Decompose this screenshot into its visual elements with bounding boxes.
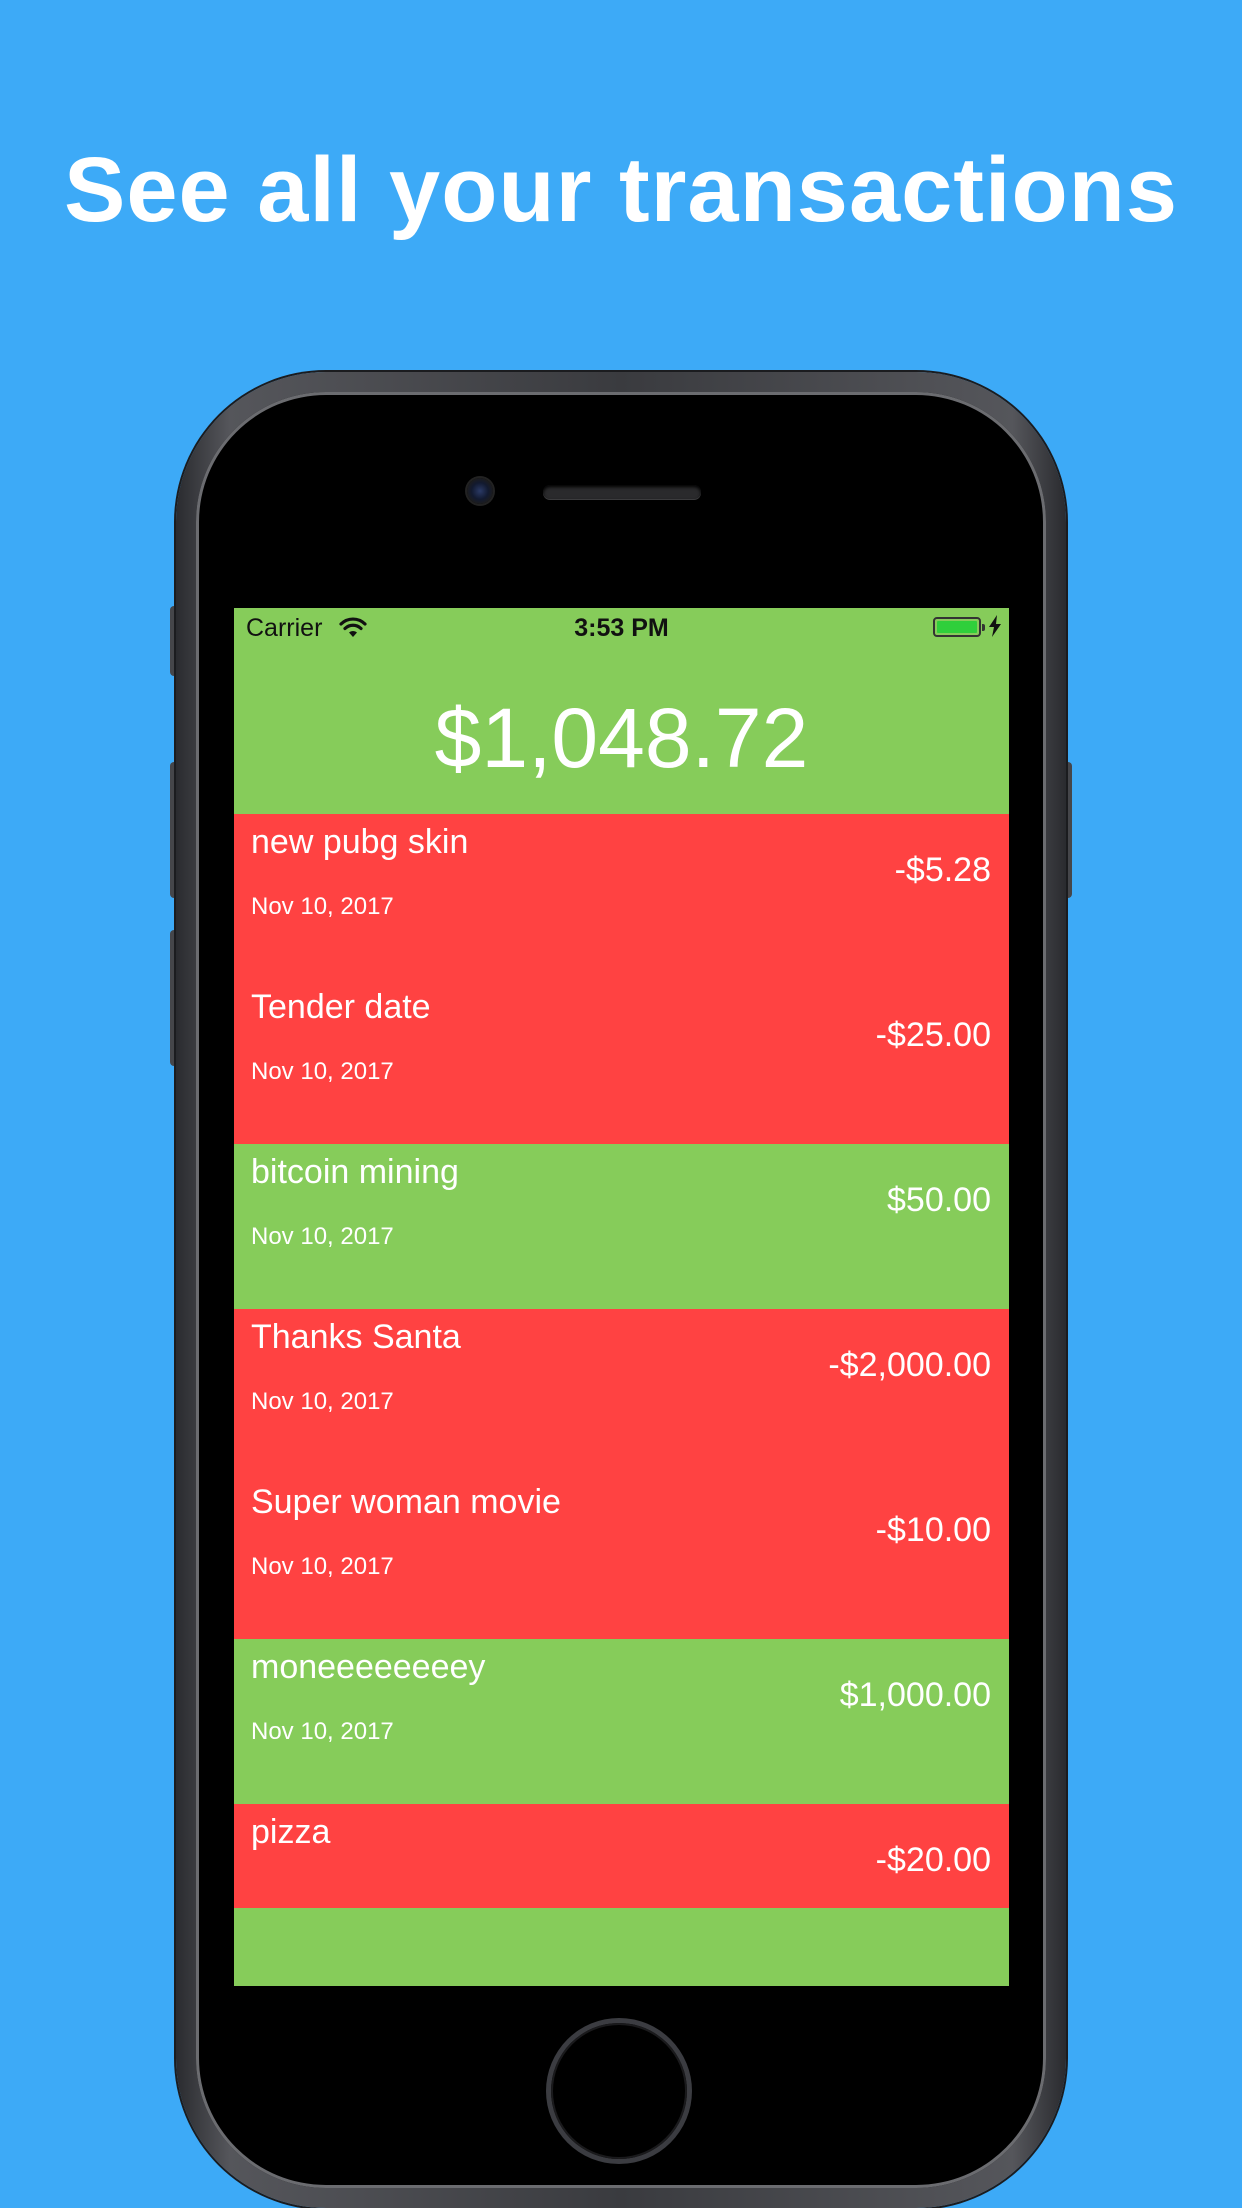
front-camera bbox=[467, 478, 493, 504]
transaction-amount: -$20.00 bbox=[875, 1841, 991, 1879]
transaction-row[interactable]: bitcoin mining Nov 10, 2017 $50.00 bbox=[234, 1144, 1009, 1309]
transaction-title: Super woman movie bbox=[251, 1483, 561, 1521]
status-bar: Carrier 3:53 PM bbox=[234, 608, 1009, 648]
transaction-title: Thanks Santa bbox=[251, 1318, 461, 1356]
transaction-date: Nov 10, 2017 bbox=[251, 1223, 394, 1250]
transaction-row[interactable]: moneeeeeeeey Nov 10, 2017 $1,000.00 bbox=[234, 1639, 1009, 1804]
transaction-list: new pubg skin Nov 10, 2017 -$5.28 Tender… bbox=[234, 814, 1009, 1908]
transaction-title: Tender date bbox=[251, 988, 431, 1026]
transaction-date: Nov 10, 2017 bbox=[251, 1718, 394, 1745]
transaction-date: Nov 10, 2017 bbox=[251, 893, 394, 920]
transaction-row[interactable]: Thanks Santa Nov 10, 2017 -$2,000.00 bbox=[234, 1309, 1009, 1474]
transaction-title: new pubg skin bbox=[251, 823, 469, 861]
transaction-amount: -$10.00 bbox=[875, 1511, 991, 1549]
transaction-row[interactable]: new pubg skin Nov 10, 2017 -$5.28 bbox=[234, 814, 1009, 979]
transaction-amount: $50.00 bbox=[887, 1181, 991, 1219]
bolt-icon bbox=[989, 615, 1001, 644]
home-button[interactable] bbox=[551, 2023, 687, 2159]
transaction-row[interactable]: Super woman movie Nov 10, 2017 -$10.00 bbox=[234, 1474, 1009, 1639]
transaction-amount: -$25.00 bbox=[875, 1016, 991, 1054]
transaction-title: pizza bbox=[251, 1813, 331, 1851]
transaction-title: moneeeeeeeey bbox=[251, 1648, 486, 1686]
status-time: 3:53 PM bbox=[574, 614, 669, 642]
balance-total: $1,048.72 bbox=[434, 691, 809, 785]
app-screen: Carrier 3:53 PM $1,048.72 new pubg skin … bbox=[234, 608, 1009, 1986]
transaction-date: Nov 10, 2017 bbox=[251, 1553, 394, 1580]
transaction-row[interactable]: pizza -$20.00 bbox=[234, 1804, 1009, 1908]
page-headline: See all your transactions bbox=[63, 139, 1179, 241]
transaction-date: Nov 10, 2017 bbox=[251, 1388, 394, 1415]
earpiece-speaker bbox=[543, 485, 701, 499]
transaction-date: Nov 10, 2017 bbox=[251, 1058, 394, 1085]
transaction-amount: -$2,000.00 bbox=[828, 1346, 991, 1384]
transaction-row[interactable]: Tender date Nov 10, 2017 -$25.00 bbox=[234, 979, 1009, 1144]
transaction-title: bitcoin mining bbox=[251, 1153, 459, 1191]
transaction-amount: $1,000.00 bbox=[839, 1676, 991, 1714]
transaction-amount: -$5.28 bbox=[894, 851, 991, 889]
battery-icon bbox=[933, 617, 985, 637]
